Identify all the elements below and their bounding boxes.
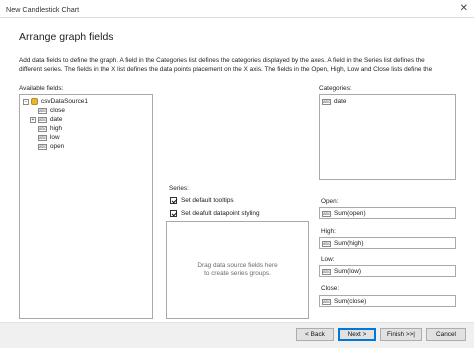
field-icon: abc [38,116,47,123]
drop-hint-line-2: to create series groups. [204,270,271,277]
field-icon: abc [322,210,331,217]
series-drop-zone[interactable]: Drag data source fields here to create s… [166,221,309,319]
close-icon[interactable]: ✕ [460,3,468,14]
default-tooltips-checkbox[interactable]: Set default tooltips [170,197,234,204]
low-field[interactable]: abc Sum(low) [319,265,456,277]
field-icon: abc [38,134,47,141]
checkbox-checked-icon[interactable] [170,197,177,204]
high-label: High: [321,228,336,235]
tree-item-label: high [50,125,63,132]
description: Add data fields to define the graph. A f… [19,56,463,74]
categories-list[interactable]: abc date [319,94,456,180]
description-line-2: different series. The fields in the X li… [19,66,433,73]
next-button[interactable]: Next > [338,328,376,341]
available-fields-label: Available fields: [19,85,64,92]
close-label: Close: [321,285,340,292]
page-title: Arrange graph fields [19,31,114,43]
checkbox-checked-icon[interactable] [170,210,177,217]
tree-item-date[interactable]: + abc date [23,115,149,124]
tree-item-low[interactable]: abc low [23,133,149,142]
database-icon [31,98,38,105]
collapse-icon[interactable]: − [23,98,29,105]
field-icon: abc [322,298,331,305]
close-field[interactable]: abc Sum(close) [319,295,456,307]
field-icon: abc [322,240,331,247]
field-icon: abc [322,268,331,275]
checkbox-label: Set default tooltips [181,197,234,204]
open-value: Sum(open) [334,210,366,217]
back-button[interactable]: < Back [296,328,334,341]
low-value: Sum(low) [334,268,361,275]
tree-root-csvdatasource[interactable]: − csvDataSource1 [23,97,149,106]
field-icon: abc [38,107,47,114]
window-title: New Candlestick Chart [6,5,80,14]
expand-icon[interactable]: + [30,116,36,123]
high-field[interactable]: abc Sum(high) [319,237,456,249]
close-value: Sum(close) [334,298,367,305]
tree-item-label: open [50,143,65,150]
tree-item-close[interactable]: abc close [23,106,149,115]
field-icon: abc [38,143,47,150]
title-bar: New Candlestick Chart ✕ [0,0,474,18]
series-label: Series: [169,185,189,192]
open-label: Open: [321,198,339,205]
categories-label: Categories: [319,85,352,92]
finish-button[interactable]: Finish >>| [380,328,422,341]
tree-item-label: low [50,134,60,141]
drop-hint-line-1: Drag data source fields here [197,261,278,269]
default-datapoint-styling-checkbox[interactable]: Set deafult datapoint styling [170,210,260,217]
tree-item-open[interactable]: abc open [23,142,149,151]
available-fields-tree[interactable]: − csvDataSource1 abc close + abc date ab… [19,94,153,319]
low-label: Low: [321,256,335,263]
category-item-date[interactable]: abc date [322,97,453,106]
tree-item-high[interactable]: abc high [23,124,149,133]
tree-item-label: date [50,116,63,123]
category-item-label: date [334,98,347,105]
tree-item-label: close [50,107,65,114]
field-icon: abc [322,98,331,105]
cancel-button[interactable]: Cancel [426,328,466,341]
checkbox-label: Set deafult datapoint styling [181,210,260,217]
field-icon: abc [38,125,47,132]
description-line-1: Add data fields to define the graph. A f… [19,57,425,64]
high-value: Sum(high) [334,240,364,247]
open-field[interactable]: abc Sum(open) [319,207,456,219]
tree-root-label: csvDataSource1 [41,98,88,105]
